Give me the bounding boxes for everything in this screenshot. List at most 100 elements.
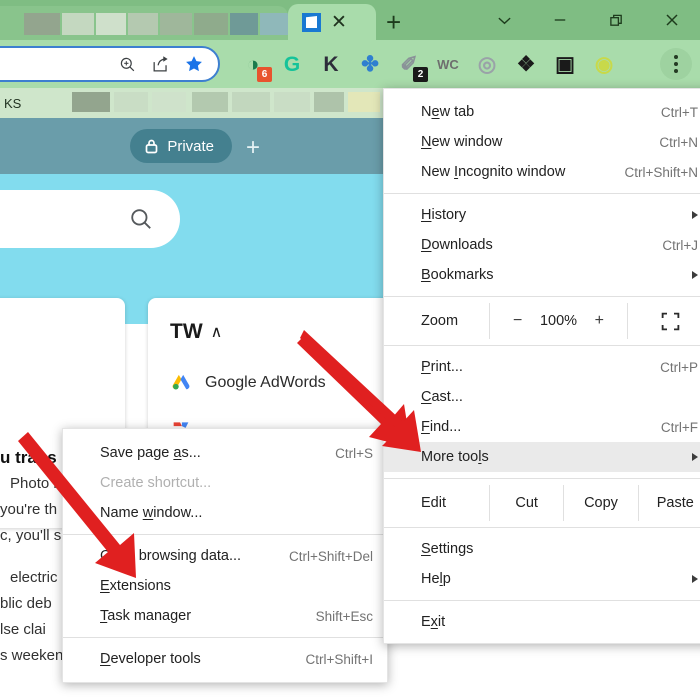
card-title: TW (170, 320, 203, 343)
zoom-out-button[interactable]: − (508, 312, 527, 330)
list-item-google-adwords[interactable]: Google AdWords (170, 372, 326, 394)
submenu-arrow-icon (692, 271, 698, 279)
honey-extension[interactable]: ✤ (355, 49, 385, 79)
grammarly-extension[interactable]: G (277, 49, 307, 79)
extension-glyph: WC (437, 56, 459, 72)
share-icon[interactable] (151, 55, 170, 74)
minimize-button[interactable] (532, 0, 588, 40)
submenu-item-extensions[interactable]: Extensions (63, 571, 387, 601)
submenu-item-create-shortcut: Create shortcut... (63, 468, 387, 498)
menu-edit-row: Edit Cut Copy Paste (384, 485, 700, 521)
clipboard-extension[interactable]: ✐ 2 (394, 49, 428, 82)
extension-glyph: ◎ (477, 52, 497, 76)
chrome-menu-button[interactable] (660, 48, 692, 80)
menu-item-bookmarks[interactable]: Bookmarks (384, 260, 700, 290)
menu-item-label: Task manager (100, 608, 192, 624)
private-button[interactable]: Private (130, 129, 232, 163)
extension-glyph: G (283, 52, 301, 76)
wordcount-extension[interactable]: WC (433, 49, 463, 79)
submenu-item-name-window[interactable]: Name window... (63, 498, 387, 528)
menu-item-find[interactable]: Find... Ctrl+F (384, 412, 700, 442)
background-tabs-blurred[interactable] (0, 6, 288, 40)
menu-item-label: Bookmarks (421, 267, 494, 283)
submenu-item-clear-browsing-data[interactable]: Clear browsing data... Ctrl+Shift+Del (63, 541, 387, 571)
new-tab-button[interactable]: + (386, 9, 401, 35)
hero-add-icon[interactable]: + (246, 134, 260, 162)
menu-item-label: Find... (421, 419, 462, 435)
close-button[interactable] (644, 0, 700, 40)
menu-item-label: History (421, 207, 467, 223)
submenu-item-save-page-as[interactable]: Save page as... Ctrl+S (63, 438, 387, 468)
edit-action-cut[interactable]: Cut (489, 485, 563, 521)
menu-item-label: Create shortcut... (100, 475, 212, 491)
menu-item-label: Developer tools (100, 651, 201, 667)
menu-item-label: Downloads (421, 237, 493, 253)
menu-item-shortcut: Ctrl+Shift+N (624, 164, 698, 180)
menu-separator (63, 637, 387, 638)
tab-strip: ✕ + (0, 0, 700, 40)
menu-item-more-tools[interactable]: More tools (384, 442, 700, 472)
list-item-label: Google AdWords (205, 374, 326, 391)
lock-icon (145, 139, 158, 154)
adblock-extension[interactable]: ◑ 6 (238, 49, 272, 82)
zoom-in-button[interactable]: + (590, 312, 609, 330)
menu-item-label: Help (421, 571, 451, 587)
bookmark-item-ks[interactable]: KS (4, 96, 21, 111)
extension-glyph: ◉ (594, 52, 614, 76)
menu-item-help[interactable]: Help (384, 564, 700, 594)
fullscreen-button[interactable] (628, 303, 700, 339)
menu-item-exit[interactable]: Exit (384, 607, 700, 637)
menu-item-label: Cast... (421, 389, 463, 405)
page-search-box[interactable] (0, 190, 180, 248)
puzzle-extensions-icon[interactable]: ❖ (511, 49, 541, 79)
extension-glyph: ▣ (555, 52, 575, 76)
browser-toolbar: ◑ 6 G K ✤ ✐ 2 WC ◎ ❖ ▣ ◉ (0, 40, 700, 88)
menu-item-settings[interactable]: Settings (384, 534, 700, 564)
submenu-item-developer-tools[interactable]: Developer tools Ctrl+Shift+I (63, 644, 387, 674)
extension-icons: ◑ 6 G K ✤ ✐ 2 WC ◎ ❖ ▣ ◉ (238, 40, 619, 88)
google-ads-icon (172, 374, 190, 390)
menu-item-new-window[interactable]: New window Ctrl+N (384, 127, 700, 157)
menu-item-new-incognito-window[interactable]: New Incognito window Ctrl+Shift+N (384, 157, 700, 187)
menu-item-label: More tools (421, 449, 489, 465)
menu-item-label: Clear browsing data... (100, 548, 242, 564)
submenu-arrow-icon (692, 211, 698, 219)
window-controls (476, 0, 700, 40)
menu-item-history[interactable]: History (384, 200, 700, 230)
private-button-label: Private (167, 137, 214, 155)
zoom-label: Zoom (421, 313, 459, 329)
profile-avatar[interactable]: ◉ (589, 49, 619, 79)
menu-item-shortcut: Ctrl+F (660, 419, 698, 435)
zoom-icon[interactable] (118, 55, 137, 74)
tab-close-icon[interactable]: ✕ (331, 13, 347, 32)
screenshot-extension[interactable]: ◎ (472, 49, 502, 79)
zoom-level-value: 100% (539, 313, 578, 329)
menu-item-downloads[interactable]: Downloads Ctrl+J (384, 230, 700, 260)
restore-button[interactable] (588, 0, 644, 40)
chevron-up-icon[interactable]: ∧ (211, 322, 223, 342)
edit-action-paste[interactable]: Paste (637, 485, 700, 521)
menu-item-label: New Incognito window (421, 164, 566, 180)
submenu-item-task-manager[interactable]: Task manager Shift+Esc (63, 601, 387, 631)
menu-item-label: New window (421, 134, 503, 150)
tab-search-icon[interactable] (476, 0, 532, 40)
menu-item-shortcut: Ctrl+P (660, 359, 698, 375)
card-title-row: TW ∧ (170, 320, 222, 344)
address-bar[interactable] (0, 46, 220, 82)
submenu-arrow-icon (692, 575, 698, 583)
menu-item-cast[interactable]: Cast... (384, 382, 700, 412)
menu-item-label: Print... (421, 359, 463, 375)
menu-item-label: New tab (421, 104, 475, 120)
sidepanel-icon[interactable]: ▣ (550, 49, 580, 79)
extension-glyph: K (323, 52, 339, 76)
bookmark-star-icon[interactable] (184, 54, 204, 74)
edit-label: Edit (421, 495, 446, 511)
menu-item-print[interactable]: Print... Ctrl+P (384, 352, 700, 382)
extension-badge: 2 (413, 67, 428, 82)
edit-action-copy[interactable]: Copy (563, 485, 637, 521)
active-tab[interactable]: ✕ (288, 4, 376, 40)
menu-separator (63, 534, 387, 535)
menu-item-label: Extensions (100, 578, 171, 594)
kaspersky-extension[interactable]: K (316, 49, 346, 79)
menu-item-new-tab[interactable]: New tab Ctrl+T (384, 97, 700, 127)
